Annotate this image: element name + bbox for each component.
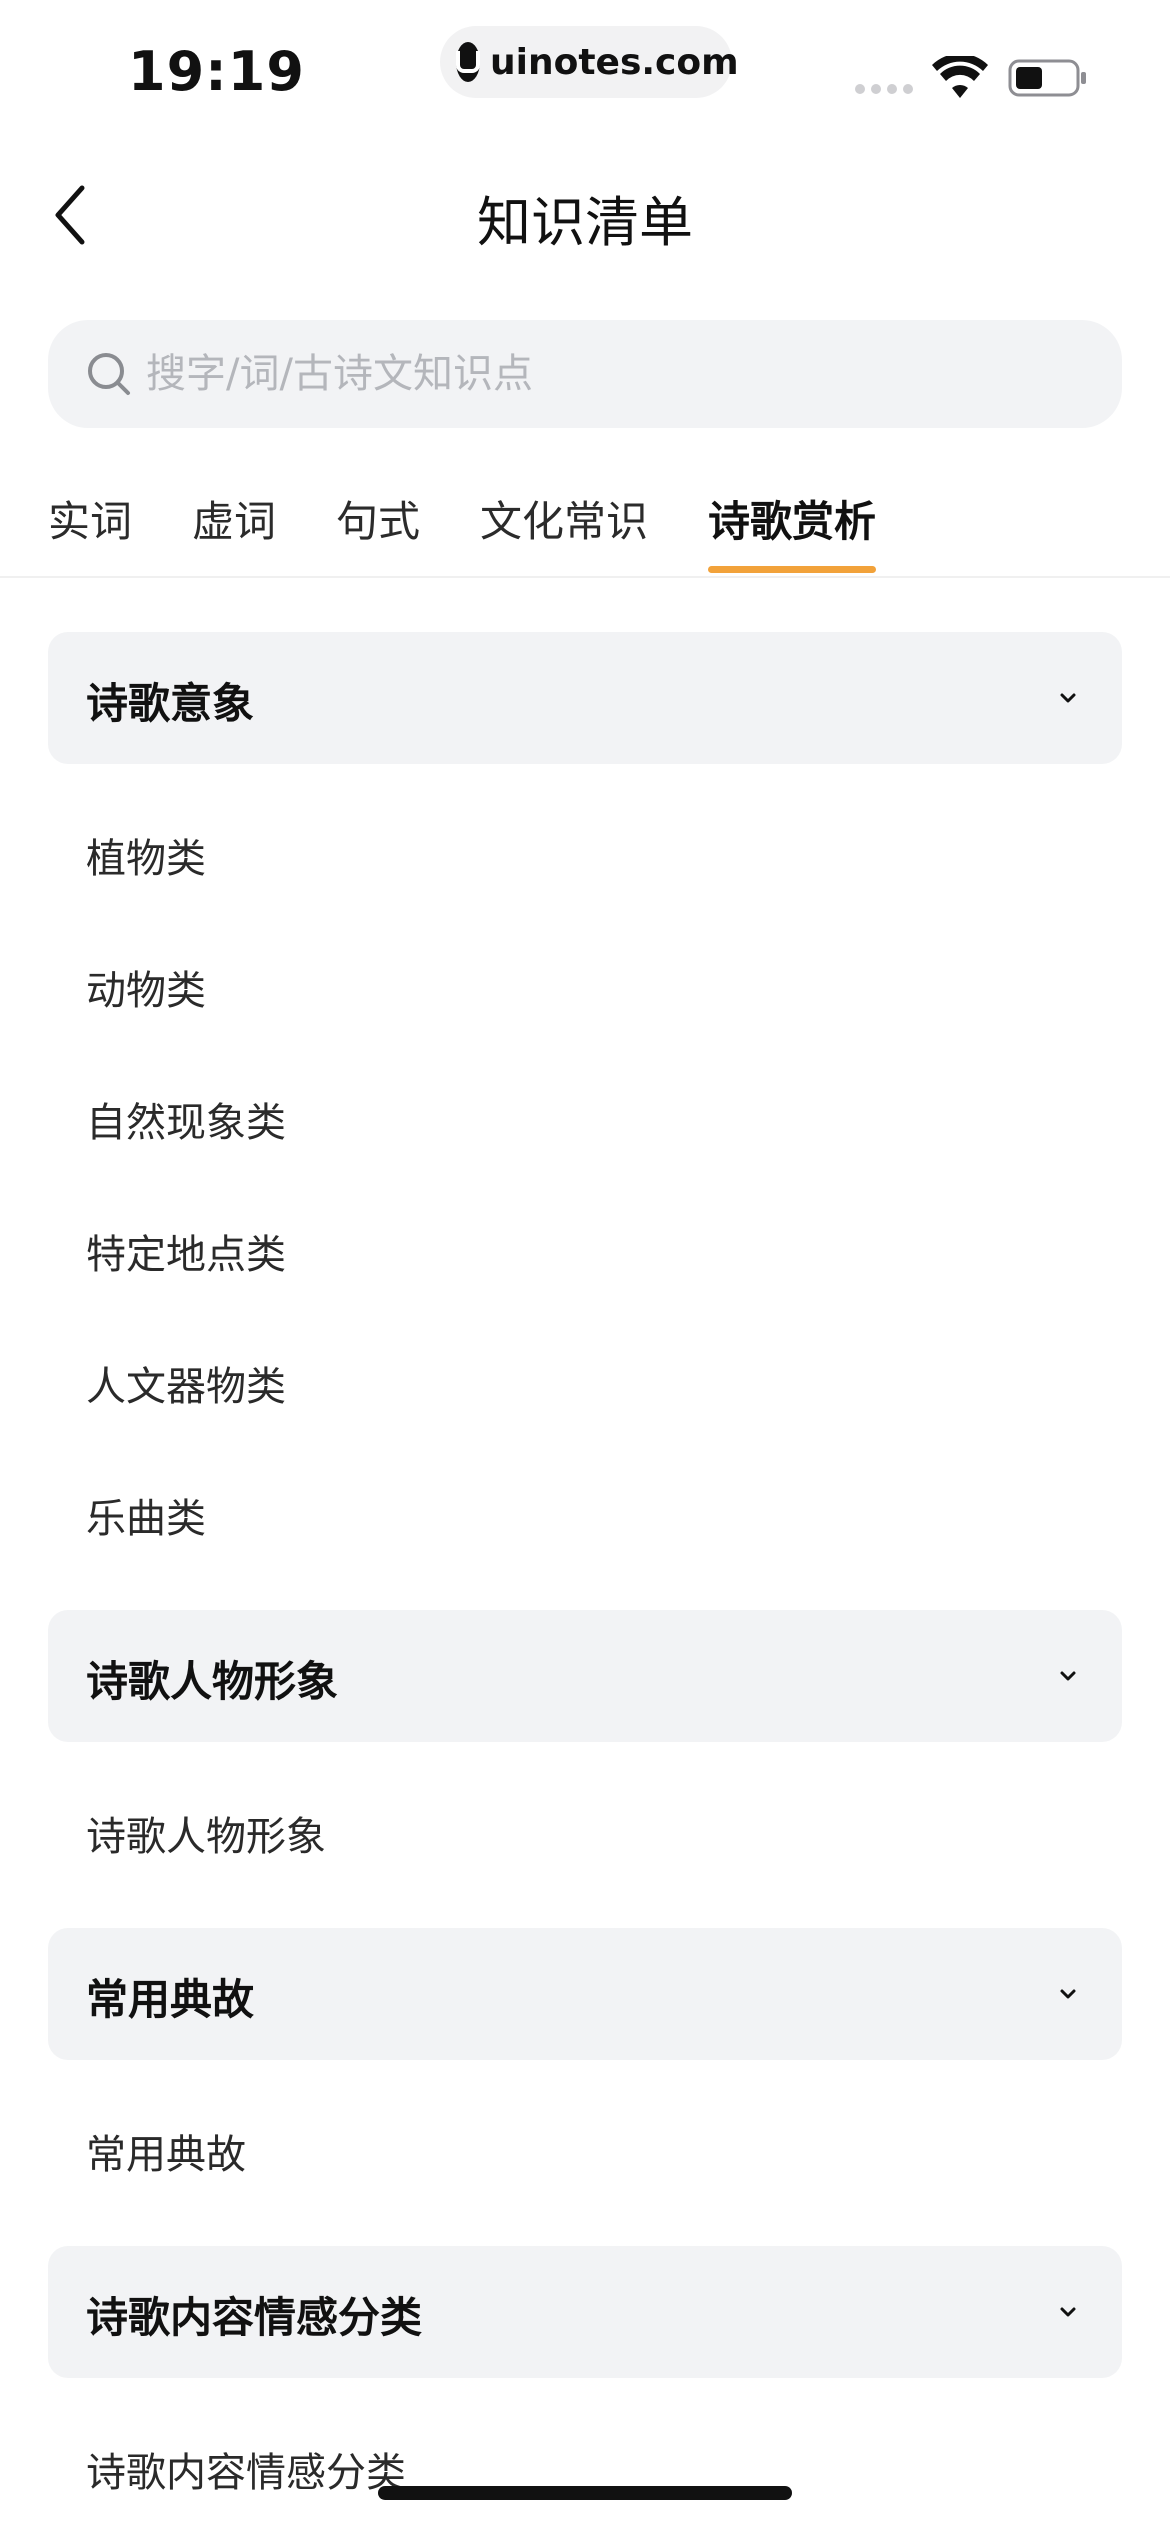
tab-xuci[interactable]: 虚词	[192, 488, 276, 549]
list-item[interactable]: 人文器物类	[86, 1354, 286, 1412]
list-item[interactable]: 乐曲类	[86, 1486, 206, 1544]
tab-shici[interactable]: 实词	[48, 488, 132, 549]
tab-shige-shangxi[interactable]: 诗歌赏析	[708, 488, 876, 549]
category-tabs: 实词 虚词 句式 文化常识 诗歌赏析	[0, 470, 1170, 578]
list-item[interactable]: 动物类	[86, 958, 206, 1016]
list-item[interactable]: 常用典故	[86, 2122, 246, 2180]
section-header-shige-yixiang[interactable]: 诗歌意象	[48, 632, 1122, 764]
list-item[interactable]: 诗歌内容情感分类	[86, 2440, 406, 2498]
page-title: 知识清单	[477, 191, 693, 254]
home-indicator[interactable]	[378, 2486, 792, 2500]
chevron-down-icon	[1060, 1671, 1076, 1681]
screen: 19:19 uinotes.com 知识清单 搜字/词/古诗文知识点 实词 虚词…	[0, 0, 1170, 2532]
list-item[interactable]: 自然现象类	[86, 1090, 286, 1148]
section-header-shige-neirong-qinggan[interactable]: 诗歌内容情感分类	[48, 2246, 1122, 2378]
section-title: 常用典故	[86, 1975, 255, 2024]
battery-icon	[1008, 59, 1086, 97]
list-item[interactable]: 诗歌人物形象	[86, 1804, 326, 1862]
site-logo-icon	[456, 42, 480, 82]
signal-icon	[855, 84, 913, 94]
chevron-down-icon	[1060, 2307, 1076, 2317]
chevron-down-icon	[1060, 693, 1076, 703]
navigation-bar: 知识清单	[0, 150, 1170, 270]
list-item[interactable]: 植物类	[86, 826, 206, 884]
search-input[interactable]	[144, 319, 1122, 429]
section-title: 诗歌人物形象	[86, 1657, 339, 1706]
search-bar[interactable]	[48, 319, 1122, 429]
tab-wenhua-changshi[interactable]: 文化常识	[480, 488, 648, 549]
section-title: 诗歌意象	[86, 679, 255, 728]
active-tab-indicator	[708, 566, 876, 573]
list-item[interactable]: 特定地点类	[86, 1222, 286, 1280]
section-header-shige-renwu-xingxiang[interactable]: 诗歌人物形象	[48, 1610, 1122, 1742]
section-header-changyong-diangu[interactable]: 常用典故	[48, 1928, 1122, 2060]
status-time: 19:19	[128, 40, 305, 103]
url-text: uinotes.com	[490, 41, 739, 83]
wifi-icon	[932, 56, 988, 98]
status-bar: 19:19 uinotes.com	[0, 0, 1170, 130]
url-pill[interactable]: uinotes.com	[440, 26, 739, 98]
search-icon	[88, 353, 130, 395]
chevron-down-icon	[1060, 1989, 1076, 1999]
tab-jushi[interactable]: 句式	[336, 488, 420, 549]
section-title: 诗歌内容情感分类	[86, 2293, 423, 2342]
